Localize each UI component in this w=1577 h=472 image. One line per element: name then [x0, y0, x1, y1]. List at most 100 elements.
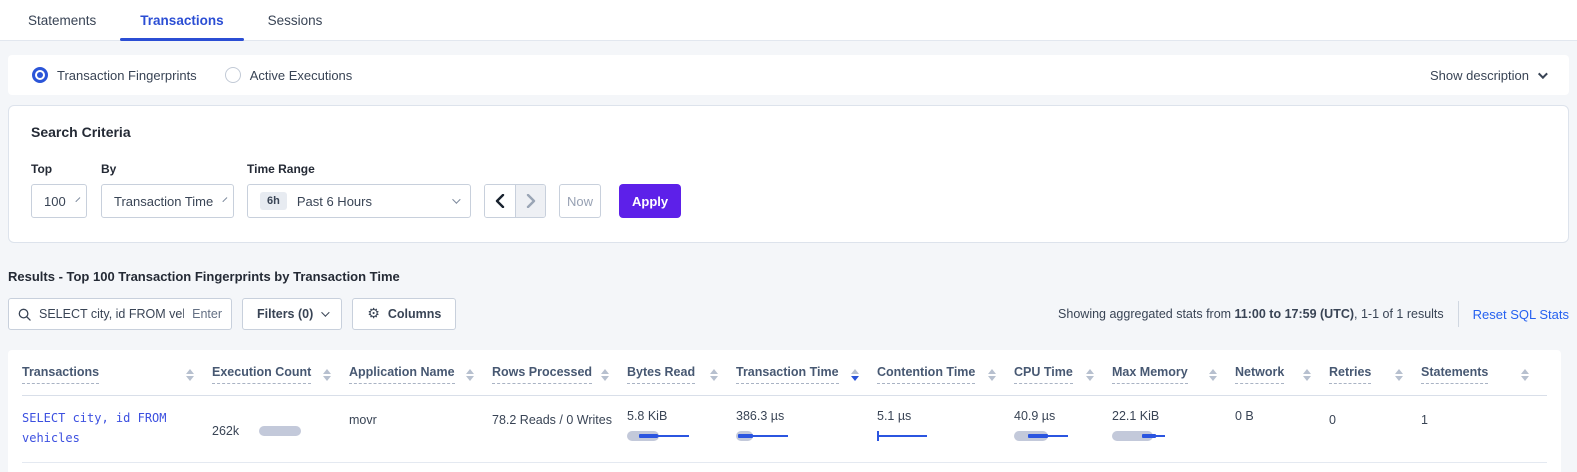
- cpu-time-value: 40.9 µs: [1014, 409, 1098, 423]
- top-select[interactable]: 100: [31, 184, 87, 218]
- column-header-network[interactable]: Network: [1235, 350, 1329, 395]
- sort-icon[interactable]: [323, 369, 331, 381]
- chevron-down-icon: [1538, 69, 1548, 79]
- cell-transaction: SELECT city, id FROM vehicles: [22, 396, 212, 462]
- time-range-label: Time Range: [247, 162, 471, 176]
- now-button[interactable]: Now: [559, 184, 601, 218]
- network-value: 0 B: [1235, 409, 1254, 423]
- radio-selected-icon[interactable]: [32, 67, 48, 83]
- sort-icon[interactable]: [988, 369, 996, 381]
- execution-count-value: 262k: [212, 424, 239, 438]
- results-toolbar: SELECT city, id FROM vehicles W Enter Fi…: [8, 298, 1569, 330]
- columns-button[interactable]: ⚙ Columns: [352, 298, 456, 330]
- sort-icon[interactable]: [186, 369, 194, 381]
- aggregated-stats-text: Showing aggregated stats from 11:00 to 1…: [1058, 307, 1444, 321]
- cell-application-name: movr: [349, 396, 492, 462]
- chevron-down-icon: [223, 197, 228, 202]
- sort-icon[interactable]: [466, 369, 474, 381]
- cpu-time-bar-chart: [1014, 430, 1098, 442]
- contention-time-bar-chart: [877, 430, 1000, 442]
- max-memory-bar-chart: [1112, 430, 1221, 442]
- reset-sql-stats-link[interactable]: Reset SQL Stats: [1473, 307, 1569, 322]
- transaction-fingerprint-link[interactable]: SELECT city, id FROM vehicles: [22, 411, 167, 445]
- apply-button-label: Apply: [632, 194, 668, 209]
- column-header-cpu-time[interactable]: CPU Time: [1014, 350, 1112, 395]
- show-description-toggle[interactable]: Show description: [1430, 68, 1545, 83]
- chevron-right-icon: [526, 194, 536, 208]
- tab-statements-label: Statements: [28, 13, 96, 28]
- radio-active-executions-label: Active Executions: [250, 68, 353, 83]
- tab-statements[interactable]: Statements: [6, 0, 118, 40]
- cell-cpu-time: 40.9 µs: [1014, 396, 1112, 462]
- columns-button-label: Columns: [388, 307, 441, 321]
- search-enter-hint[interactable]: Enter: [192, 307, 222, 321]
- column-header-execution-count[interactable]: Execution Count: [212, 350, 349, 395]
- column-header-transactions[interactable]: Transactions: [22, 350, 212, 395]
- chevron-left-icon: [495, 194, 505, 208]
- transaction-time-value: 386.3 µs: [736, 409, 863, 423]
- column-header-contention-time[interactable]: Contention Time: [877, 350, 1014, 395]
- time-prev-button[interactable]: [485, 185, 515, 217]
- chevron-down-icon: [75, 197, 80, 202]
- bytes-read-value: 5.8 KiB: [627, 409, 722, 423]
- column-header-retries[interactable]: Retries: [1329, 350, 1421, 395]
- show-description-label: Show description: [1430, 68, 1529, 83]
- sort-icon[interactable]: [1303, 369, 1311, 381]
- sort-icon[interactable]: [601, 369, 609, 381]
- column-header-rows-processed[interactable]: Rows Processed: [492, 350, 627, 395]
- by-field: By Transaction Time: [101, 162, 234, 218]
- column-header-max-memory[interactable]: Max Memory: [1112, 350, 1235, 395]
- column-header-bytes-read[interactable]: Bytes Read: [627, 350, 736, 395]
- tab-transactions-label: Transactions: [140, 13, 223, 28]
- sort-icon-active-desc[interactable]: [851, 369, 859, 381]
- stats-prefix: Showing aggregated stats from: [1058, 307, 1235, 321]
- search-icon: [18, 308, 31, 321]
- max-memory-value: 22.1 KiB: [1112, 409, 1221, 423]
- chevron-down-icon: [321, 308, 329, 316]
- radio-unselected-icon[interactable]: [225, 67, 241, 83]
- time-next-button[interactable]: [515, 185, 545, 217]
- radio-active-executions[interactable]: Active Executions: [225, 67, 353, 83]
- cell-network: 0 B: [1235, 396, 1329, 462]
- cell-statements: 1: [1421, 396, 1547, 462]
- column-header-application-name[interactable]: Application Name: [349, 350, 492, 395]
- cell-rows-processed: 78.2 Reads / 0 Writes: [492, 396, 627, 462]
- sort-icon[interactable]: [1395, 369, 1403, 381]
- radio-transaction-fingerprints[interactable]: Transaction Fingerprints: [32, 67, 197, 83]
- application-name-value: movr: [349, 413, 377, 427]
- contention-time-value: 5.1 µs: [877, 409, 1000, 423]
- sort-icon[interactable]: [1086, 369, 1094, 381]
- tab-sessions[interactable]: Sessions: [246, 0, 345, 40]
- cell-transaction-time: 386.3 µs: [736, 396, 877, 462]
- retries-value: 0: [1329, 413, 1336, 427]
- time-range-field: Time Range 6h Past 6 Hours: [247, 162, 471, 218]
- cell-contention-time: 5.1 µs: [877, 396, 1014, 462]
- filters-button-label: Filters (0): [257, 307, 313, 321]
- tab-transactions[interactable]: Transactions: [118, 0, 245, 40]
- sort-icon[interactable]: [1209, 369, 1217, 381]
- table-row: SELECT city, id FROM vehicles 262k movr …: [22, 396, 1547, 463]
- time-range-select[interactable]: 6h Past 6 Hours: [247, 184, 471, 218]
- tab-sessions-label: Sessions: [268, 13, 323, 28]
- vertical-divider: [1458, 301, 1459, 327]
- by-select-value: Transaction Time: [114, 194, 213, 209]
- search-criteria-controls: Top 100 By Transaction Time Time Range 6…: [31, 162, 1546, 218]
- time-range-value: Past 6 Hours: [297, 194, 372, 209]
- cell-retries: 0: [1329, 396, 1421, 462]
- rows-processed-value: 78.2 Reads / 0 Writes: [492, 413, 612, 427]
- apply-button[interactable]: Apply: [619, 184, 681, 218]
- column-header-statements[interactable]: Statements: [1421, 350, 1547, 395]
- search-criteria-panel: Search Criteria Top 100 By Transaction T…: [8, 105, 1569, 243]
- filters-button[interactable]: Filters (0): [242, 298, 342, 330]
- sort-icon[interactable]: [710, 369, 718, 381]
- top-label: Top: [31, 162, 87, 176]
- search-criteria-title: Search Criteria: [31, 124, 1546, 140]
- by-select[interactable]: Transaction Time: [101, 184, 234, 218]
- statements-value: 1: [1421, 413, 1428, 427]
- column-header-transaction-time[interactable]: Transaction Time: [736, 350, 877, 395]
- cell-bytes-read: 5.8 KiB: [627, 396, 736, 462]
- sort-icon[interactable]: [1521, 369, 1529, 381]
- radio-fingerprints-label: Transaction Fingerprints: [57, 68, 197, 83]
- execution-count-bar: [259, 426, 301, 436]
- search-input[interactable]: SELECT city, id FROM vehicles W Enter: [8, 298, 232, 330]
